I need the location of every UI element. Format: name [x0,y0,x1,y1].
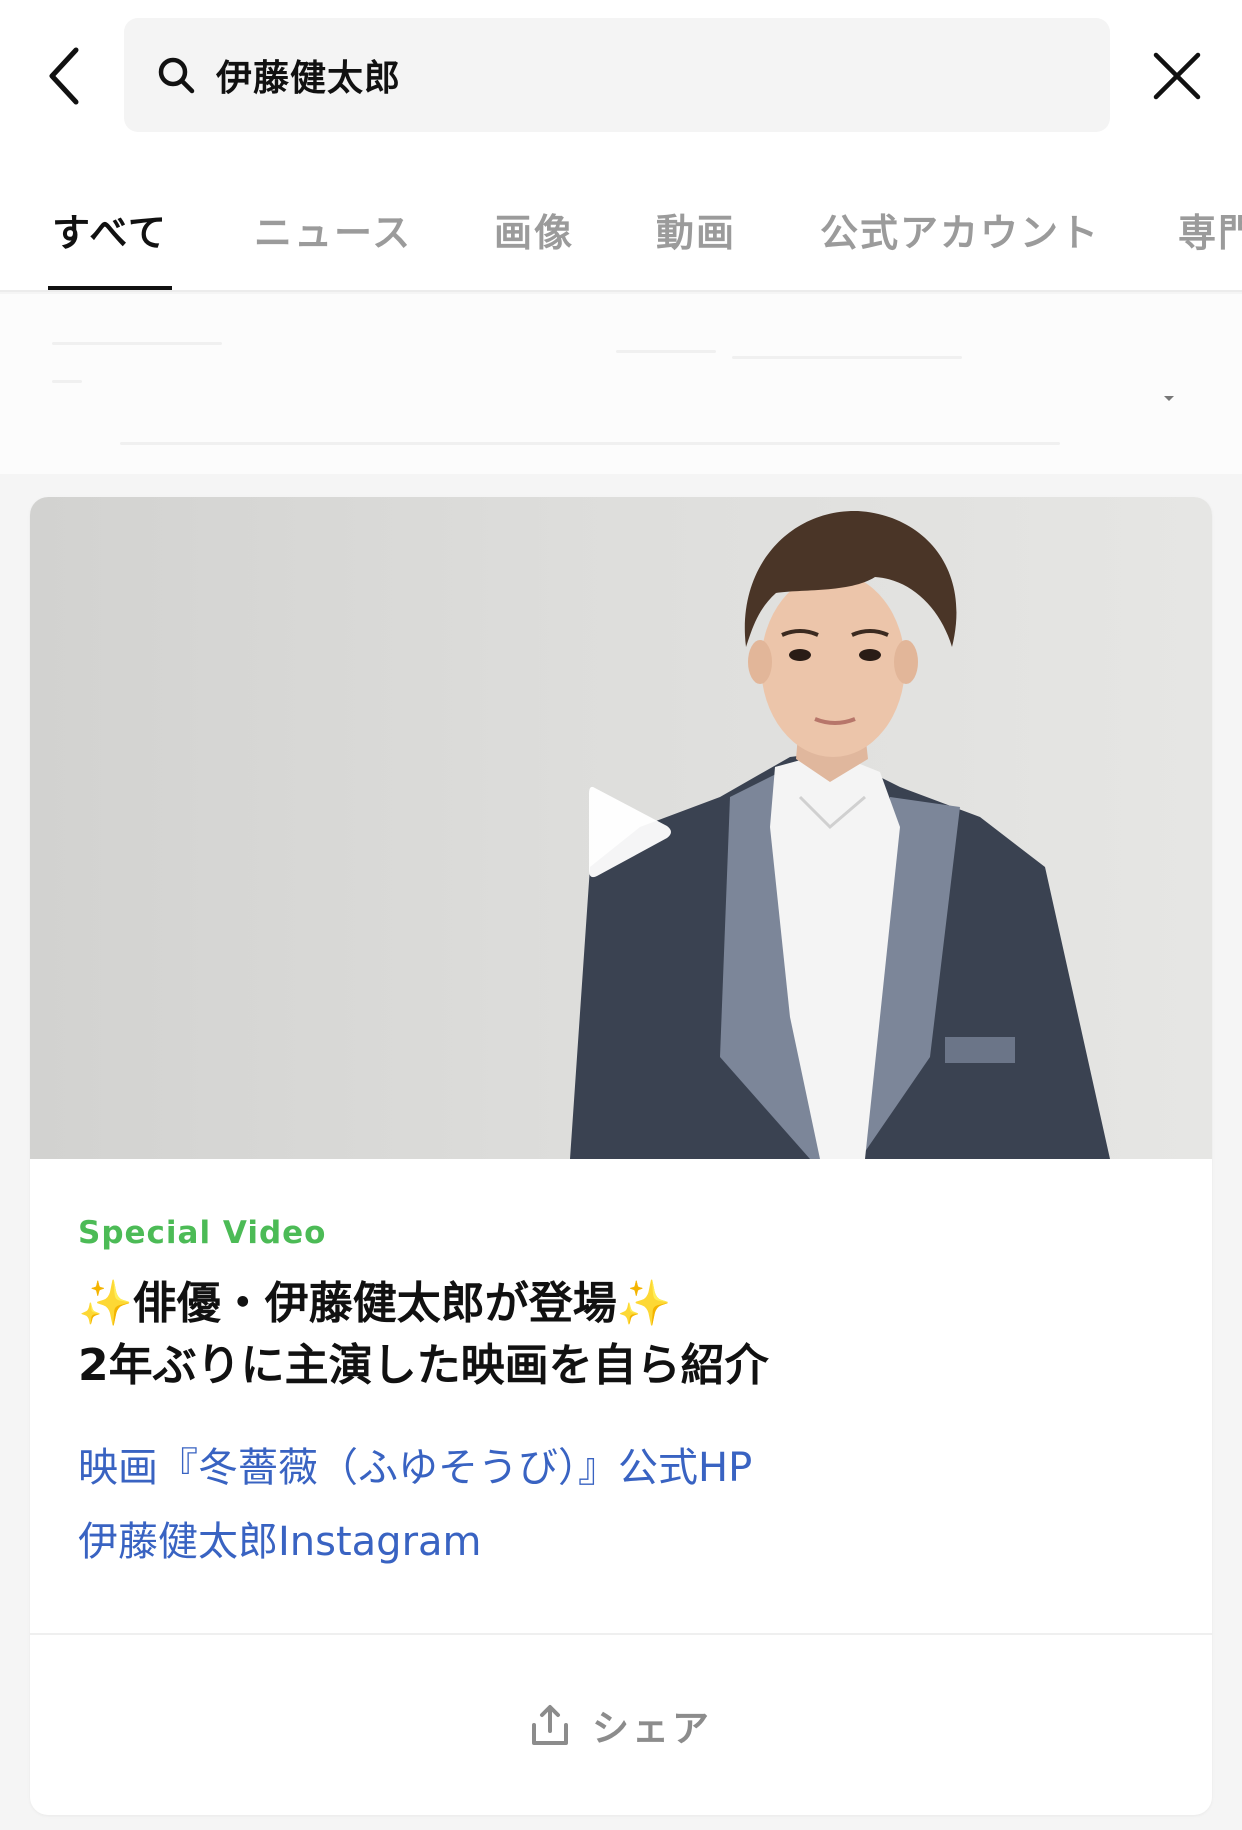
caret-down-icon [1164,396,1174,401]
search-tabs: すべて ニュース 画像 動画 公式アカウント 専門 [0,180,1242,292]
clear-search-button[interactable] [1146,42,1208,110]
link-movie-official-site[interactable]: 映画『冬薔薇（ふゆそうび）』公式HP [78,1435,752,1493]
search-icon [158,57,195,94]
search-input[interactable] [216,38,1076,112]
header: すべて ニュース 画像 動画 公式アカウント 専門 [0,0,1242,292]
headline-line2: 2年ぶりに主演した映画を自ら紹介 [78,1340,769,1391]
share-label: シェア [592,1707,712,1750]
chevron-left-icon [49,47,79,105]
video-card: Special Video ✨俳優・伊藤健太郎が登場✨ 2年ぶりに主演した映画を… [30,497,1212,1815]
close-icon [1153,52,1201,100]
active-tab-indicator [48,286,172,290]
sparkles-emoji: ✨ [616,1278,672,1329]
tab-images[interactable]: 画像 [494,202,574,257]
back-button[interactable] [38,40,90,112]
card-headline[interactable]: ✨俳優・伊藤健太郎が登場✨ 2年ぶりに主演した映画を自ら紹介 [78,1273,1168,1397]
share-button[interactable]: シェア [30,1635,1212,1815]
tab-official-accounts[interactable]: 公式アカウント [820,202,1100,257]
tab-videos[interactable]: 動画 [656,202,736,257]
search-bar[interactable] [124,18,1110,132]
share-icon [532,1705,568,1745]
faint-content-band [0,294,1242,474]
card-category: Special Video [78,1215,327,1251]
tab-expert[interactable]: 専門 [1178,202,1242,257]
headline-line1: 俳優・伊藤健太郎が登場 [132,1278,617,1329]
tab-all[interactable]: すべて [52,202,168,257]
sparkles-emoji: ✨ [78,1278,133,1329]
link-instagram[interactable]: 伊藤健太郎Instagram [78,1509,482,1567]
play-icon[interactable] [585,782,675,882]
video-thumbnail[interactable] [30,497,1212,1159]
tab-news[interactable]: ニュース [254,202,412,257]
